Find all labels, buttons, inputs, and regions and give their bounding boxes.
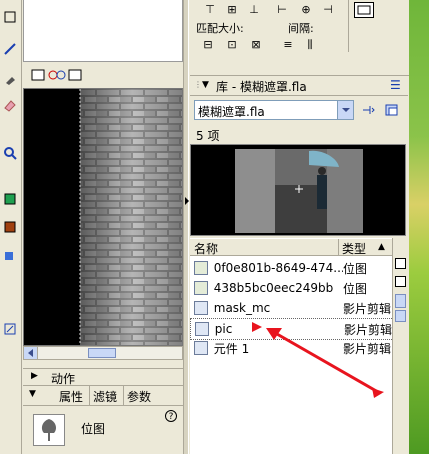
zoom-tool-icon[interactable] [1, 144, 19, 162]
name-column-header[interactable]: 名称 [194, 240, 218, 257]
library-dropdown[interactable]: 模糊遮罩.fla [194, 100, 354, 120]
library-preview [190, 144, 406, 236]
space-horizontal-icon[interactable]: ⫼ [302, 38, 318, 52]
library-column-header: 名称 类型 ▲ [190, 238, 392, 256]
tab-divider [89, 386, 90, 406]
chevron-down-icon[interactable] [337, 101, 353, 119]
edit-tools-icon[interactable] [31, 68, 91, 82]
match-both-icon[interactable]: ⊠ [248, 38, 264, 52]
sort-arrow-icon[interactable]: ▲ [378, 242, 385, 252]
library-title: 库 - 模糊遮罩.fla [216, 80, 307, 94]
selection-type-label: 位图 [81, 422, 106, 436]
space-vertical-icon[interactable]: ≡ [280, 38, 296, 52]
distribute-right-icon[interactable]: ⊣ [320, 3, 336, 17]
scroll-thumb[interactable] [88, 348, 116, 358]
edit-toolbar [23, 62, 183, 88]
wide-view-button[interactable] [395, 258, 406, 269]
stage-horizontal-scrollbar[interactable] [23, 346, 183, 360]
library-dropdown-value: 模糊遮罩.fla [198, 105, 265, 119]
properties-body: 位图 ? [23, 406, 183, 454]
stage-canvas-top [23, 0, 183, 62]
match-height-icon[interactable]: ⊡ [224, 38, 240, 52]
align-top-icon[interactable]: ⊤ [202, 3, 218, 17]
library-count: 5 项 [190, 124, 408, 144]
tab-filters[interactable]: 滤镜 [93, 388, 117, 405]
help-icon[interactable]: ? [165, 410, 177, 422]
pin-library-icon[interactable] [360, 102, 376, 118]
bitmap-thumbnail-icon [33, 414, 65, 446]
divider [348, 0, 349, 52]
panel-splitter[interactable] [183, 0, 189, 454]
library-panel-header[interactable]: ⋮ ▼ 库 - 模糊遮罩.fla ☰ [190, 76, 408, 96]
scroll-up-button[interactable] [395, 294, 406, 308]
type-column-header[interactable]: 类型 [342, 240, 366, 257]
snap-icon[interactable] [1, 320, 19, 338]
library-vertical-scrollbar[interactable] [392, 238, 408, 454]
grip-icon[interactable]: ⋮ [194, 80, 202, 89]
properties-tabs: ▼ 属性 滤镜 参数 [23, 386, 183, 406]
tab-properties[interactable]: 属性 [59, 388, 83, 405]
actions-label: 动作 [51, 372, 76, 386]
actions-panel-header[interactable]: ▶ 动作 [23, 368, 183, 386]
align-vcenter-icon[interactable]: ⊞ [224, 3, 240, 17]
pencil-tool-icon[interactable] [1, 40, 19, 58]
rectangle-tool-icon[interactable] [1, 8, 19, 26]
stroke-color-icon[interactable] [1, 190, 19, 208]
match-size-label: 匹配大小: [196, 22, 244, 35]
distribute-hcenter-icon[interactable]: ⊕ [298, 3, 314, 17]
tab-divider [123, 386, 124, 406]
annotation-arrow [252, 322, 384, 398]
scroll-left-button[interactable] [24, 347, 38, 359]
align-panel: ⊤ ⊞ ⊥ ⊢ ⊕ ⊣ 匹配大小: 间隔: ⊟ ⊡ ⊠ ≡ ⫼ [190, 0, 410, 76]
library-toolbar: 模糊遮罩.fla [190, 96, 408, 124]
tools-panel [0, 0, 22, 454]
fill-color-icon[interactable] [1, 218, 19, 236]
library-list: 0f0e801b-8649-474... 位图 438b5bc0eec249bb… [190, 256, 394, 454]
match-width-icon[interactable]: ⊟ [200, 38, 216, 52]
column-divider[interactable] [338, 239, 339, 256]
expand-arrow-icon: ▶ [31, 371, 38, 381]
align-bottom-icon[interactable]: ⊥ [246, 3, 262, 17]
distribute-left-icon[interactable]: ⊢ [274, 3, 290, 17]
to-stage-button[interactable] [354, 2, 374, 18]
eraser-tool-icon[interactable] [1, 96, 19, 114]
preview-image [191, 145, 405, 235]
swap-colors-icon[interactable] [1, 246, 19, 264]
scroll-thumb[interactable] [395, 310, 406, 322]
new-library-panel-icon[interactable] [384, 102, 400, 118]
narrow-view-button[interactable] [395, 276, 406, 287]
spacing-label: 间隔: [288, 22, 314, 35]
tab-params[interactable]: 参数 [127, 388, 151, 405]
panel-menu-icon[interactable]: ☰ [390, 78, 401, 92]
brush-tool-icon[interactable] [1, 70, 19, 88]
desktop-background-edge [409, 0, 429, 454]
brick-wall-image [24, 89, 182, 345]
collapse-arrow-icon: ▼ [202, 80, 209, 90]
collapse-arrow-icon: ▼ [29, 389, 36, 399]
item-count-label: 5 项 [196, 129, 220, 143]
stage-canvas[interactable] [23, 88, 183, 346]
